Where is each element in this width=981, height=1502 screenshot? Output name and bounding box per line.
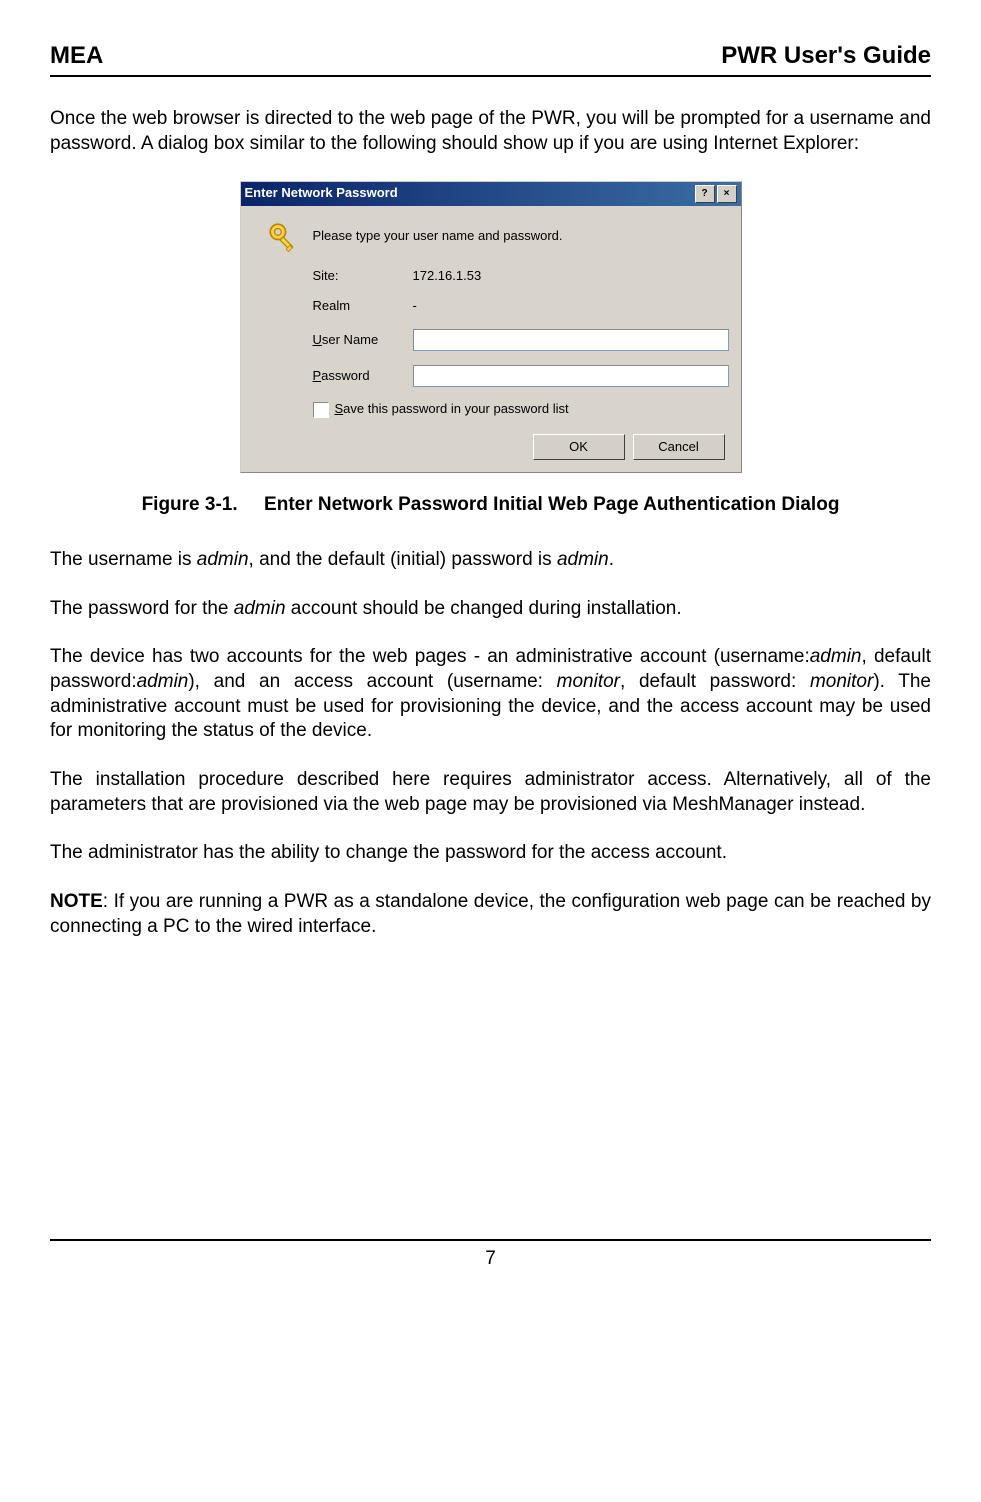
caption-prefix: Figure 3-1. — [142, 494, 238, 515]
realm-value: - — [413, 298, 417, 315]
password-change-paragraph: The password for the admin account shoul… — [50, 597, 931, 622]
text: The password for the — [50, 598, 234, 619]
dialog-figure: Enter Network Password ? × Please type y… — [50, 181, 931, 484]
note-paragraph: NOTE: If you are running a PWR as a stan… — [50, 890, 931, 939]
password-input[interactable] — [413, 365, 729, 387]
text: admin — [557, 549, 609, 570]
dialog-buttons: OK Cancel — [253, 434, 729, 460]
text: admin — [234, 598, 286, 619]
close-button[interactable]: × — [717, 185, 737, 203]
text: monitor — [810, 671, 873, 692]
site-row: Site: 172.16.1.53 — [313, 268, 729, 285]
text: admin — [810, 646, 862, 667]
title-buttons: ? × — [695, 185, 737, 203]
cancel-button[interactable]: Cancel — [633, 434, 725, 460]
page-header: MEA PWR User's Guide — [50, 40, 931, 77]
text: admin — [197, 549, 249, 570]
realm-label: Realm — [313, 298, 413, 315]
username-label: User Name — [313, 332, 413, 349]
save-password-checkbox[interactable] — [313, 402, 329, 418]
text: ), and an access account (username: — [188, 671, 556, 692]
admin-paragraph: The administrator has the ability to cha… — [50, 841, 931, 866]
help-button[interactable]: ? — [695, 185, 715, 203]
text: The device has two accounts for the web … — [50, 646, 810, 667]
page-footer: 7 — [50, 1239, 931, 1272]
password-label: Password — [313, 368, 413, 385]
network-password-dialog: Enter Network Password ? × Please type y… — [240, 181, 742, 474]
intro-paragraph: Once the web browser is directed to the … — [50, 107, 931, 156]
dialog-titlebar: Enter Network Password ? × — [241, 182, 741, 206]
dialog-title: Enter Network Password — [245, 185, 398, 202]
username-row: User Name — [313, 329, 729, 351]
prompt-row: Please type your user name and password. — [253, 220, 729, 254]
dialog-body: Please type your user name and password.… — [241, 206, 741, 473]
text: The username is — [50, 549, 197, 570]
figure-caption: Figure 3-1. Enter Network Password Initi… — [50, 493, 931, 518]
note-text: : If you are running a PWR as a standalo… — [50, 891, 931, 937]
text: . — [609, 549, 614, 570]
password-row: Password — [313, 365, 729, 387]
accounts-paragraph: The device has two accounts for the web … — [50, 645, 931, 744]
caption-text: Enter Network Password Initial Web Page … — [264, 494, 839, 515]
install-paragraph: The installation procedure described her… — [50, 768, 931, 817]
prompt-text: Please type your user name and password. — [313, 228, 563, 245]
header-right: PWR User's Guide — [721, 40, 931, 71]
username-paragraph: The username is admin, and the default (… — [50, 548, 931, 573]
text: admin — [137, 671, 189, 692]
note-label: NOTE — [50, 891, 103, 912]
save-password-label: Save this password in your password list — [335, 401, 569, 418]
username-input[interactable] — [413, 329, 729, 351]
ok-button[interactable]: OK — [533, 434, 625, 460]
text: , and the default (initial) password is — [249, 549, 557, 570]
text: monitor — [557, 671, 620, 692]
save-password-row: Save this password in your password list — [313, 401, 729, 418]
key-icon — [253, 220, 313, 254]
header-left: MEA — [50, 40, 103, 71]
text: account should be changed during install… — [286, 598, 682, 619]
page-number: 7 — [485, 1248, 496, 1269]
site-label: Site: — [313, 268, 413, 285]
realm-row: Realm - — [313, 298, 729, 315]
text: , default password: — [620, 671, 810, 692]
site-value: 172.16.1.53 — [413, 268, 482, 285]
